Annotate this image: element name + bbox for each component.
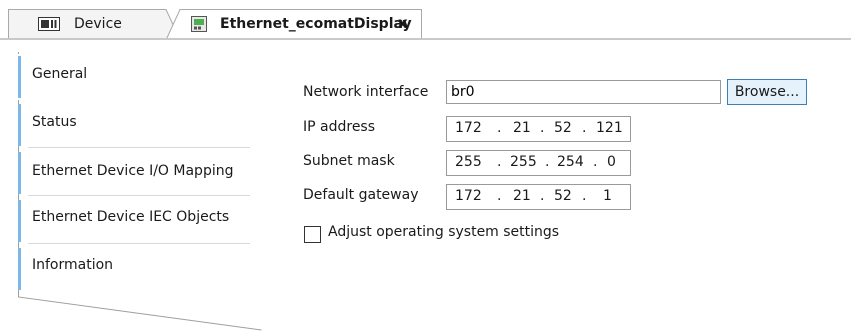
sidebar-item-information[interactable]: Information bbox=[18, 246, 262, 292]
sidebar-item-label: Status bbox=[32, 114, 77, 130]
sidebar-selected-accent bbox=[18, 56, 21, 98]
ip-octet: 1 bbox=[603, 188, 612, 204]
ip-octet: 21 bbox=[513, 120, 531, 136]
ip-separator: . bbox=[545, 154, 550, 170]
subnet-mask-field[interactable]: 255 . 255 . 254 . 0 bbox=[446, 150, 631, 176]
adjust-os-settings-label[interactable]: Adjust operating system settings bbox=[328, 224, 559, 240]
adjust-os-settings-checkbox[interactable] bbox=[304, 226, 321, 243]
sidebar-item-accent bbox=[18, 200, 21, 242]
ip-separator: . bbox=[582, 188, 587, 204]
sidebar-item-label: General bbox=[32, 66, 88, 82]
sidebar-separator bbox=[28, 147, 250, 148]
ip-octet: 21 bbox=[513, 188, 531, 204]
ip-octet: 255 bbox=[510, 154, 537, 170]
network-interface-label: Network interface bbox=[303, 84, 429, 100]
tab-ethernet-ecomatdisplay[interactable]: Ethernet_ecomatDisplay x bbox=[166, 9, 422, 40]
sidebar-item-general[interactable]: General bbox=[18, 54, 262, 100]
ip-octet: 121 bbox=[596, 120, 623, 136]
sidebar-separator bbox=[28, 195, 250, 196]
ip-separator: . bbox=[593, 154, 598, 170]
ip-octet: 255 bbox=[455, 154, 482, 170]
ip-separator: . bbox=[497, 188, 502, 204]
sidebar-item-label: Information bbox=[32, 257, 114, 273]
ip-separator: . bbox=[540, 120, 545, 136]
tab-strip-divider bbox=[0, 38, 851, 40]
ip-octet: 254 bbox=[557, 154, 584, 170]
ip-separator: . bbox=[540, 188, 545, 204]
tab-ethernet-label: Ethernet_ecomatDisplay bbox=[220, 16, 412, 32]
sidebar-item-iec-objects[interactable]: Ethernet Device IEC Objects bbox=[18, 198, 262, 244]
tab-device[interactable]: Device bbox=[8, 9, 180, 39]
sidebar-item-label: Ethernet Device IEC Objects bbox=[32, 209, 230, 225]
ip-address-label: IP address bbox=[303, 119, 376, 135]
sidebar-item-accent bbox=[18, 152, 21, 194]
sidebar-item-io-mapping[interactable]: Ethernet Device I/O Mapping bbox=[18, 150, 262, 196]
ip-separator: . bbox=[497, 120, 502, 136]
sidebar-item-label: Ethernet Device I/O Mapping bbox=[32, 163, 234, 179]
ip-octet: 172 bbox=[455, 188, 482, 204]
ip-separator: . bbox=[497, 154, 502, 170]
ip-octet: 172 bbox=[455, 120, 482, 136]
sidebar-item-status[interactable]: Status bbox=[18, 102, 262, 148]
device-icon bbox=[38, 17, 60, 31]
sidebar-item-accent bbox=[18, 104, 21, 146]
sidebar-item-accent bbox=[18, 248, 21, 290]
close-tab-icon[interactable]: x bbox=[398, 14, 408, 32]
config-sidebar: General Status Ethernet Device I/O Mappi… bbox=[18, 52, 262, 331]
ip-address-field[interactable]: 172 . 21 . 52 . 121 bbox=[446, 116, 631, 142]
ip-separator: . bbox=[582, 120, 587, 136]
tab-device-label: Device bbox=[74, 16, 122, 32]
default-gateway-field[interactable]: 172 . 21 . 52 . 1 bbox=[446, 184, 631, 210]
editor-tab-strip: Device Ethernet_ecomatDisplay x bbox=[0, 0, 851, 40]
ip-octet: 52 bbox=[554, 120, 572, 136]
subnet-mask-label: Subnet mask bbox=[303, 153, 395, 169]
browse-button[interactable]: Browse... bbox=[727, 79, 807, 105]
ip-octet: 52 bbox=[554, 188, 572, 204]
default-gateway-label: Default gateway bbox=[303, 187, 419, 203]
sidebar-separator bbox=[28, 243, 250, 244]
ethernet-module-icon bbox=[191, 16, 207, 32]
network-interface-input[interactable] bbox=[446, 80, 721, 104]
ip-octet: 0 bbox=[607, 154, 616, 170]
